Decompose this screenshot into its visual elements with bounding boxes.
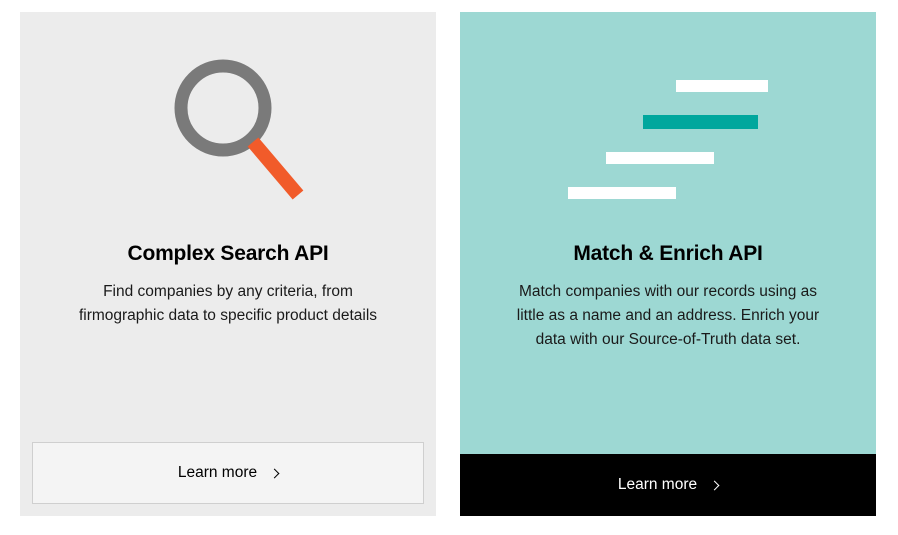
card-description: Find companies by any criteria, from fir… — [70, 280, 386, 328]
chevron-right-icon — [710, 480, 720, 490]
learn-more-button[interactable]: Learn more — [32, 442, 424, 504]
card-description: Match companies with our records using a… — [510, 280, 826, 352]
card-complex-search: Complex Search API Find companies by any… — [20, 12, 436, 516]
learn-more-button[interactable]: Learn more — [460, 454, 876, 516]
chevron-right-icon — [270, 468, 280, 478]
card-match-enrich: Match & Enrich API Match companies with … — [460, 12, 876, 516]
card-icon-area — [460, 12, 876, 242]
magnifying-glass-icon — [148, 50, 308, 225]
cards-container: Complex Search API Find companies by any… — [0, 0, 898, 528]
card-title: Match & Enrich API — [573, 242, 762, 266]
staggered-bars-icon — [558, 50, 778, 215]
card-icon-area — [20, 12, 436, 242]
button-label: Learn more — [618, 476, 697, 494]
button-label: Learn more — [178, 464, 257, 482]
card-title: Complex Search API — [127, 242, 328, 266]
